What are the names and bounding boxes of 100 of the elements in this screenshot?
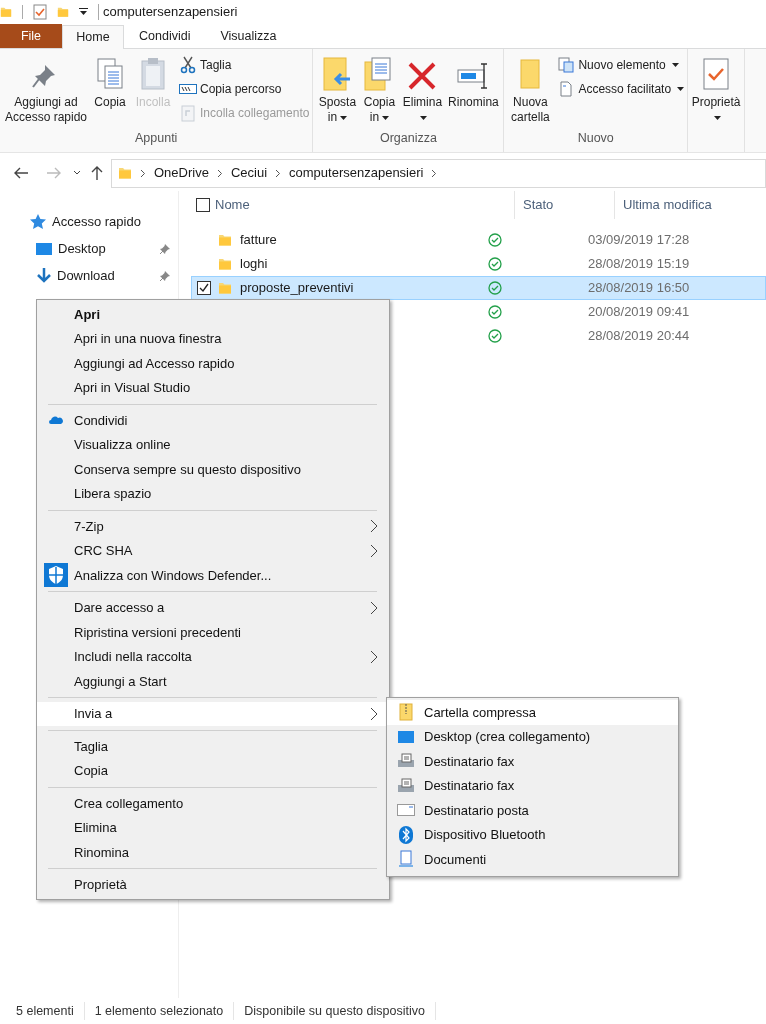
ribbon-tab[interactable]: Condividi bbox=[124, 24, 206, 48]
window-title: computersenzapensieri bbox=[103, 3, 238, 22]
chevron-right-icon bbox=[370, 600, 378, 615]
menu-item[interactable]: Ripristina versioni precedenti bbox=[37, 620, 389, 645]
group-label: Organizza bbox=[379, 130, 437, 148]
column-header[interactable]: Stato bbox=[515, 191, 615, 219]
menu-item[interactable]: Apri in una nuova finestra bbox=[37, 326, 389, 351]
nav-item[interactable]: Desktop bbox=[0, 235, 178, 262]
ribbon-button[interactable]: Nuova cartella bbox=[507, 55, 554, 130]
caret-icon bbox=[340, 115, 348, 120]
ribbon-button[interactable]: Nuovo elemento bbox=[557, 55, 685, 74]
chevron-right-icon bbox=[370, 649, 378, 664]
menu-item[interactable]: Elimina bbox=[37, 815, 389, 840]
menu-item[interactable]: Dare accesso a bbox=[37, 595, 389, 620]
menu-item[interactable]: Dispositivo Bluetooth bbox=[387, 822, 678, 847]
menu-item[interactable]: Taglia bbox=[37, 734, 389, 759]
ribbon-button[interactable]: Sposta in bbox=[316, 55, 359, 130]
column-header[interactable]: Ultima modifica bbox=[615, 191, 766, 219]
download-arrow-icon bbox=[37, 267, 51, 284]
ribbon-tab[interactable]: File bbox=[0, 24, 62, 48]
ribbon-tab[interactable]: Home bbox=[62, 25, 124, 49]
ribbon-button[interactable]: Copia percorso bbox=[179, 79, 310, 98]
modified-date: 28/08/2019 15:19 bbox=[587, 255, 690, 274]
menu-item[interactable]: Aggiungi ad Accesso rapido bbox=[37, 351, 389, 376]
properties-icon[interactable] bbox=[33, 4, 47, 20]
breadcrumb[interactable]: Ceciui bbox=[230, 163, 268, 183]
menu-item[interactable]: Destinatario fax bbox=[387, 773, 678, 798]
menu-item[interactable]: Apri in Visual Studio bbox=[37, 375, 389, 400]
menu-item[interactable]: CRC SHA bbox=[37, 538, 389, 563]
ribbon-button[interactable]: Proprietà bbox=[691, 55, 742, 131]
cloud-icon bbox=[48, 416, 63, 425]
back-arrow-icon[interactable] bbox=[13, 167, 29, 179]
nav-item[interactable]: Download bbox=[0, 262, 178, 289]
menu-item[interactable]: Documenti bbox=[387, 847, 678, 872]
menu-item[interactable]: Libera spazio bbox=[37, 481, 389, 506]
caret-icon bbox=[677, 86, 685, 91]
ribbon-button[interactable]: Aggiungi ad Accesso rapido bbox=[3, 55, 89, 130]
chevron-right-icon bbox=[370, 519, 378, 534]
nav-item[interactable]: Accesso rapido bbox=[0, 208, 178, 235]
menu-item[interactable]: Conserva sempre su questo dispositivo bbox=[37, 457, 389, 482]
ribbon-button[interactable]: Copia in bbox=[360, 55, 399, 130]
chevron-right-icon[interactable] bbox=[140, 168, 146, 178]
folder-icon bbox=[218, 281, 232, 295]
ribbon-button[interactable]: Elimina bbox=[400, 55, 445, 130]
breadcrumb[interactable]: OneDrive bbox=[154, 163, 209, 183]
bluetooth-icon bbox=[398, 825, 413, 844]
menu-item[interactable]: Desktop (crea collegamento) bbox=[387, 724, 678, 749]
checkbox[interactable] bbox=[196, 198, 210, 212]
ribbon-button[interactable]: Copia bbox=[91, 55, 129, 130]
status-text: 5 elementi bbox=[16, 1001, 85, 1021]
status-text: Disponibile su questo dispositivo bbox=[234, 1001, 436, 1021]
column-header[interactable]: Nome bbox=[215, 191, 515, 219]
document-icon bbox=[559, 80, 574, 97]
up-arrow-icon[interactable] bbox=[91, 165, 103, 181]
ribbon-tab[interactable]: Visualizza bbox=[205, 24, 292, 48]
chevron-right-icon[interactable] bbox=[431, 168, 438, 178]
address-bar[interactable]: OneDrive Ceciui computersenzapensieri bbox=[111, 158, 766, 188]
menu-item[interactable]: 7-Zip bbox=[37, 514, 389, 539]
clipboard-icon bbox=[140, 57, 166, 91]
modified-date: 03/09/2019 17:28 bbox=[587, 231, 690, 250]
delete-icon bbox=[407, 61, 438, 91]
file-row[interactable]: loghi 28/08/2019 15:19 bbox=[191, 252, 766, 276]
chevron-right-icon[interactable] bbox=[275, 168, 282, 178]
menu-item[interactable]: Rinomina bbox=[37, 840, 389, 865]
menu-item[interactable]: Analizza con Windows Defender... bbox=[37, 563, 389, 588]
file-row[interactable]: proposte_preventivi 28/08/2019 16:50 bbox=[191, 276, 766, 300]
modified-date: 28/08/2019 20:44 bbox=[587, 327, 690, 346]
ribbon-button[interactable]: Taglia bbox=[179, 55, 310, 74]
zip-folder-icon bbox=[398, 703, 413, 722]
menu-item[interactable]: Aggiungi a Start bbox=[37, 669, 389, 694]
menu-item[interactable]: Destinatario fax bbox=[387, 749, 678, 774]
fax-icon bbox=[396, 753, 415, 770]
menu-item[interactable]: Invia a bbox=[37, 701, 389, 726]
chevron-down-icon[interactable] bbox=[73, 170, 81, 176]
folder-icon bbox=[218, 257, 232, 271]
file-name: fatture bbox=[240, 231, 277, 250]
folder-icon bbox=[519, 57, 542, 91]
menu-item[interactable]: Includi nella raccolta bbox=[37, 644, 389, 669]
menu-item[interactable]: Condividi bbox=[37, 408, 389, 433]
caret-icon bbox=[714, 115, 722, 120]
menu-item[interactable]: Cartella compressa bbox=[387, 700, 678, 725]
customize-dropdown-icon[interactable] bbox=[79, 8, 88, 16]
menu-item[interactable]: Crea collegamento bbox=[37, 791, 389, 816]
breadcrumb[interactable]: computersenzapensieri bbox=[289, 163, 424, 183]
chevron-right-icon[interactable] bbox=[216, 168, 223, 178]
desktop-icon bbox=[397, 730, 414, 743]
ribbon-button[interactable]: Rinomina bbox=[446, 55, 501, 130]
synced-check-icon bbox=[488, 281, 502, 295]
ribbon-button[interactable]: Accesso facilitato bbox=[557, 79, 685, 98]
caret-icon bbox=[420, 115, 428, 120]
menu-item[interactable]: Copia bbox=[37, 758, 389, 783]
desktop-icon bbox=[36, 242, 52, 255]
checked-document-icon bbox=[702, 57, 731, 91]
shield-icon bbox=[43, 563, 68, 588]
file-row[interactable]: fatture 03/09/2019 17:28 bbox=[191, 228, 766, 252]
folder-icon bbox=[218, 233, 232, 247]
menu-item[interactable]: Visualizza online bbox=[37, 432, 389, 457]
checkbox[interactable] bbox=[197, 281, 211, 295]
menu-item[interactable]: Destinatario posta bbox=[387, 798, 678, 823]
menu-item[interactable]: Proprietà bbox=[37, 872, 389, 897]
